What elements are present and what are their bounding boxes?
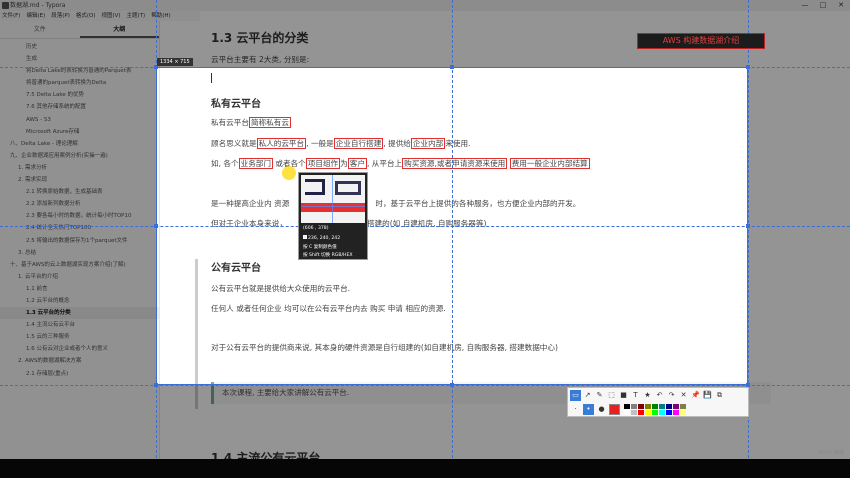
toolbar-tools: ▭ ↗ ✎ ⬚ ■ T ★ ↶ ↷ ✕ 📌 💾 ⧉ [570,390,725,401]
rect-tool-icon[interactable]: ▭ [570,390,581,401]
magnifier-hint-copy: 按 C 复制颜色值 [303,245,337,250]
resize-handle[interactable] [154,383,158,387]
palette-color[interactable] [659,410,665,415]
palette-color[interactable] [645,410,651,415]
magnified-glyph [335,181,361,195]
palette-color[interactable] [638,410,644,415]
palette-color[interactable] [638,404,644,409]
resize-handle[interactable] [154,224,158,228]
capture-size-label: 1334 × 715 [157,58,193,66]
palette-color[interactable] [652,410,658,415]
mouse-pointer-highlight [282,166,296,180]
pen-tool-icon[interactable]: ✎ [594,390,605,401]
resize-handle[interactable] [746,65,750,69]
color-magnifier: (606 , 378) 236, 240, 242 按 C 复制颜色值 按 Sh… [298,172,368,260]
color-palette [624,404,686,415]
arrow-tool-icon[interactable]: ↗ [582,390,593,401]
resize-handle[interactable] [450,383,454,387]
palette-color[interactable] [631,404,637,409]
magnified-view [301,175,365,223]
annotation-toolbar: ▭ ↗ ✎ ⬚ ■ T ★ ↶ ↷ ✕ 📌 💾 ⧉ · • ● [567,387,749,417]
cancel-icon[interactable]: ✕ [678,390,689,401]
palette-color[interactable] [673,410,679,415]
palette-color[interactable] [652,404,658,409]
capture-selection[interactable] [156,67,748,385]
palette-color[interactable] [666,404,672,409]
size-medium-icon[interactable]: • [583,404,594,415]
taskbar [0,459,850,478]
guide-line-bottom [0,385,850,386]
save-icon[interactable]: 💾 [702,390,713,401]
magnifier-rgb-row: 236, 240, 242 [303,235,340,241]
redo-icon[interactable]: ↷ [666,390,677,401]
watermark: ADDT 数据 [818,450,844,456]
magnifier-hint-toggle: 按 Shift 切换 RGB/HEX [303,253,353,258]
toolbar-options: · • ● [570,404,686,415]
magnified-glyph [305,179,325,195]
resize-handle[interactable] [450,65,454,69]
resize-handle[interactable] [746,224,750,228]
crosshair-horizontal [301,206,365,207]
size-large-icon[interactable]: ● [596,404,607,415]
pin-icon[interactable]: 📌 [690,390,701,401]
magnifier-coords: (606 , 378) [303,226,329,231]
palette-color[interactable] [624,410,630,415]
palette-color[interactable] [666,410,672,415]
color-swatch-icon [303,235,307,239]
copy-icon[interactable]: ⧉ [714,390,725,401]
crosshair-vertical [332,175,333,223]
size-small-icon[interactable]: · [570,404,581,415]
palette-color[interactable] [645,404,651,409]
current-color-swatch[interactable] [609,404,620,415]
undo-icon[interactable]: ↶ [654,390,665,401]
palette-color[interactable] [659,404,665,409]
stamp-tool-icon[interactable]: ★ [642,390,653,401]
palette-color[interactable] [673,404,679,409]
mosaic-tool-icon[interactable]: ⬚ [606,390,617,401]
palette-color[interactable] [624,404,630,409]
video-title-overlay: AWS 构建数据湖介绍 [637,33,765,49]
fill-tool-icon[interactable]: ■ [618,390,629,401]
palette-color[interactable] [631,410,637,415]
palette-color[interactable] [680,410,686,415]
text-tool-icon[interactable]: T [630,390,641,401]
magnifier-rgb: 236, 240, 242 [308,236,341,241]
palette-color[interactable] [680,404,686,409]
magnified-red-stroke [301,203,365,212]
